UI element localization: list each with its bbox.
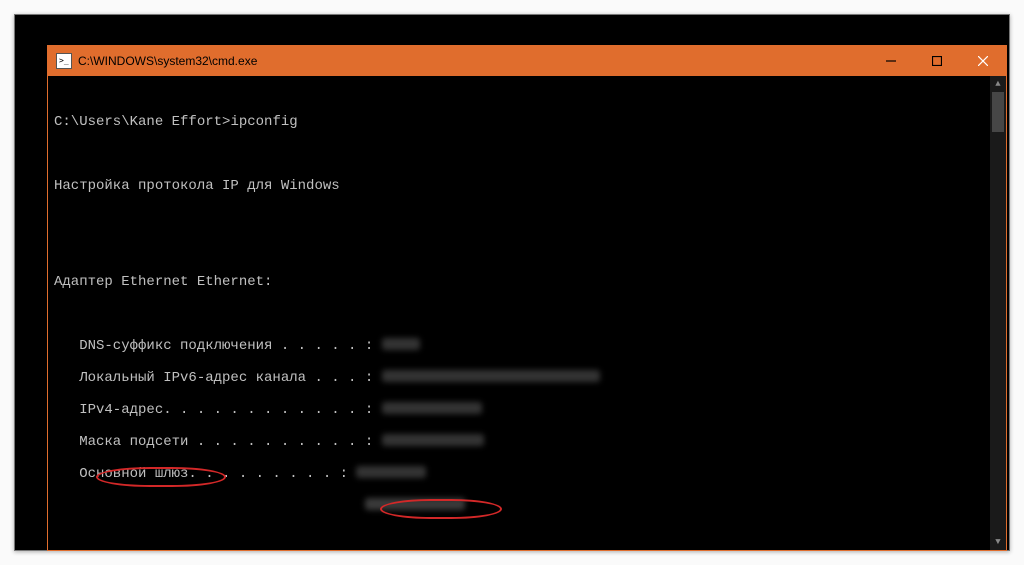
vertical-scrollbar[interactable]: ▲ ▼ (990, 76, 1006, 550)
titlebar[interactable]: C:\WINDOWS\system32\cmd.exe (48, 46, 1006, 76)
prompt-command: ipconfig (230, 114, 297, 130)
cmd-icon (56, 53, 72, 69)
prompt-line: C:\Users\Kane Effort>ipconfig (54, 114, 996, 130)
adapter1-mask: Маска подсети . . . . . . . . . . : (54, 434, 996, 450)
close-button[interactable] (960, 46, 1006, 76)
terminal-output[interactable]: C:\Users\Kane Effort>ipconfig Настройка … (48, 76, 1006, 550)
scroll-up-icon[interactable]: ▲ (990, 76, 1006, 92)
screenshot-frame: C:\WINDOWS\system32\cmd.exe C:\Users\Kan… (14, 14, 1010, 551)
prompt-path: C:\Users\Kane Effort> (54, 114, 230, 130)
scroll-down-icon[interactable]: ▼ (990, 534, 1006, 550)
cmd-window: C:\WINDOWS\system32\cmd.exe C:\Users\Kan… (47, 45, 1007, 551)
window-title: C:\WINDOWS\system32\cmd.exe (78, 54, 868, 68)
adapter1-ipv4: IPv4-адрес. . . . . . . . . . . . : (54, 402, 996, 418)
adapter1-ipv6: Локальный IPv6-адрес канала . . . : (54, 370, 996, 386)
scroll-thumb[interactable] (992, 92, 1004, 132)
adapter1-dns-suffix: DNS-суффикс подключения . . . . . : (54, 338, 996, 354)
minimize-button[interactable] (868, 46, 914, 76)
maximize-button[interactable] (914, 46, 960, 76)
adapter1-gateway: Основной шлюз. . . . . . . . . : (54, 466, 996, 482)
adapter1-title: Адаптер Ethernet Ethernet: (54, 274, 996, 290)
ipconfig-header: Настройка протокола IP для Windows (54, 178, 996, 194)
window-buttons (868, 46, 1006, 76)
adapter1-gateway-ip (54, 498, 996, 514)
